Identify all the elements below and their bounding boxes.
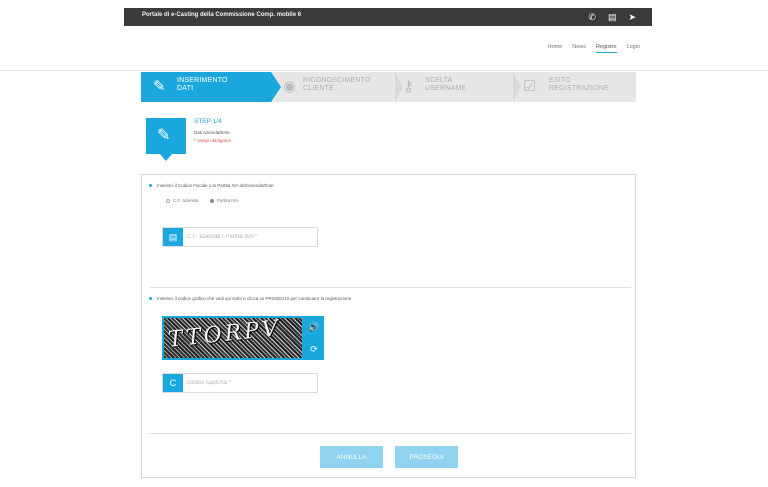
section-divider (149, 433, 631, 434)
proceed-button[interactable]: PROSEGUI (395, 446, 458, 468)
step-label: INSERIMENTO DATI (177, 77, 228, 92)
step-label: RICONOSCIMENTO CLIENTE (303, 77, 371, 92)
speaker-icon[interactable]: 🔊 (304, 316, 324, 338)
captcha-field: C (162, 373, 318, 393)
bullet-icon (149, 184, 152, 187)
phone-icon[interactable]: ✆ (588, 11, 596, 23)
fingerprint-icon: ◉ (283, 78, 297, 95)
send-icon[interactable]: ➤ (628, 11, 636, 23)
main-nav: Home News Registro Login (548, 44, 640, 53)
nav-home[interactable]: Home (548, 44, 563, 53)
c-icon: C (163, 374, 183, 392)
question-captcha: Inserisci il codice grafico che vedi qui… (157, 296, 352, 301)
captcha-image: TTORPV (162, 316, 304, 360)
top-bar: Portale di e-Casting della Commissione C… (124, 8, 652, 26)
cf-piva-input[interactable] (187, 228, 315, 246)
nav-registro[interactable]: Registro (596, 44, 617, 53)
key-icon: ⚷ (403, 78, 414, 95)
progress-steps: ✎ INSERIMENTO DATI ◉ RICONOSCIMENTO CLIENT… (141, 72, 636, 102)
checkbox-icon: ☑ (523, 78, 537, 95)
print-icon[interactable]: ▤ (608, 11, 617, 23)
step-inserimento-dati: ✎ INSERIMENTO DATI (141, 72, 281, 102)
section-divider (149, 287, 631, 288)
step-badge: ✎ (146, 118, 186, 161)
radio-cf-azienda[interactable]: C.F. azienda (166, 198, 198, 203)
step-riconoscimento-cliente: ◉ RICONOSCIMENTO CLIENTE (279, 72, 395, 102)
captcha-controls: 🔊 ⟳ (304, 316, 324, 360)
bullet-icon (149, 297, 152, 300)
id-card-icon: ▤ (163, 228, 183, 246)
topbar-icons: ✆ ▤ ➤ (588, 11, 636, 23)
step-label: ESITO REGISTRAZIONE (549, 77, 609, 92)
question-cf-piva: Inserisci il Codice Fiscale o la Partita… (157, 183, 274, 188)
pen-icon: ✎ (157, 127, 171, 144)
nav-login[interactable]: Login (627, 44, 640, 53)
step-scelta-username: ⚷ SCELTA USERNAME (403, 72, 513, 102)
portal-title: Portale di e-Casting della Commissione C… (142, 12, 302, 18)
cf-piva-field: ▤ (162, 227, 318, 247)
edit-form-icon: ✎ (153, 78, 166, 95)
radio-partita-iva[interactable]: Partita IVA (210, 198, 238, 203)
captcha-input[interactable] (187, 374, 315, 392)
required-note: * campi obbligatori (194, 138, 232, 143)
step-subtitle: Dati Azienda/Ente (194, 130, 230, 135)
step-title: STEP 1/4 (194, 118, 222, 125)
nav-news[interactable]: News (572, 44, 586, 53)
cancel-button[interactable]: ANNULLA (320, 446, 383, 468)
radio-group: C.F. azienda Partita IVA (166, 198, 238, 203)
header-divider (0, 70, 768, 71)
refresh-icon[interactable]: ⟳ (304, 338, 324, 360)
captcha-text: TTORPV (167, 316, 283, 353)
step-label: SCELTA USERNAME (425, 77, 467, 92)
step-esito-registrazione: ☑ ESITO REGISTRAZIONE (523, 72, 635, 102)
